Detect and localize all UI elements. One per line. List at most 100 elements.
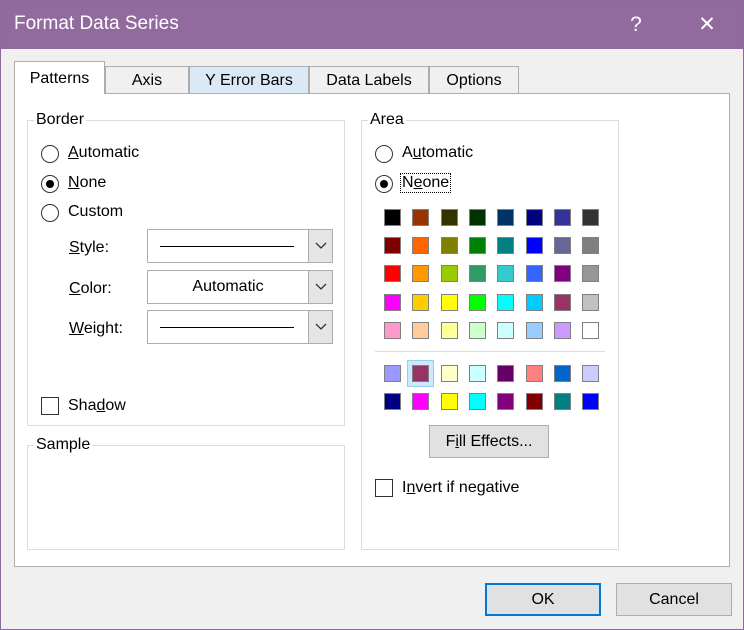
border-custom-radio[interactable] — [41, 204, 59, 222]
area-none-text-a: N — [402, 174, 414, 191]
color-swatch[interactable] — [554, 322, 571, 339]
color-swatch[interactable] — [554, 265, 571, 282]
area-none-text-b: one — [422, 174, 450, 191]
color-swatch[interactable] — [582, 393, 599, 410]
color-swatch[interactable] — [526, 237, 543, 254]
style-dropdown[interactable] — [147, 229, 333, 263]
color-swatch[interactable] — [441, 294, 458, 311]
color-swatch[interactable] — [554, 294, 571, 311]
color-swatch[interactable] — [554, 393, 571, 410]
color-swatch[interactable] — [412, 393, 429, 410]
tab-data-labels[interactable]: Data Labels — [309, 66, 429, 93]
color-swatch[interactable] — [497, 393, 514, 410]
border-automatic-text: utomatic — [78, 144, 140, 161]
color-swatch[interactable] — [441, 237, 458, 254]
color-swatch[interactable] — [554, 209, 571, 226]
color-swatch[interactable] — [469, 393, 486, 410]
color-swatch[interactable] — [526, 393, 543, 410]
color-swatch[interactable] — [469, 209, 486, 226]
color-swatch[interactable] — [441, 265, 458, 282]
color-swatch[interactable] — [469, 237, 486, 254]
fill-effects-text-b: ll Effects... — [458, 433, 533, 450]
weight-dropdown-arrow[interactable] — [308, 311, 332, 343]
accel-c: C — [69, 280, 81, 297]
color-swatch[interactable] — [384, 209, 401, 226]
color-swatch[interactable] — [497, 237, 514, 254]
color-swatch[interactable] — [554, 237, 571, 254]
color-dropdown-value: Automatic — [192, 278, 264, 295]
color-swatch[interactable] — [582, 237, 599, 254]
style-label-text: tyle: — [79, 239, 110, 256]
color-swatch[interactable] — [441, 209, 458, 226]
color-swatch[interactable] — [384, 365, 401, 382]
border-automatic-radio[interactable] — [41, 145, 59, 163]
color-swatch[interactable] — [469, 365, 486, 382]
ok-button[interactable]: OK — [485, 583, 601, 616]
color-swatch[interactable] — [469, 265, 486, 282]
weight-dropdown[interactable] — [147, 310, 333, 344]
style-label: Style: — [69, 239, 109, 257]
fill-effects-button[interactable]: Fill Effects... — [429, 425, 549, 458]
color-swatch[interactable] — [497, 365, 514, 382]
area-none-radio[interactable] — [375, 175, 393, 193]
style-line-preview — [160, 246, 294, 247]
color-swatch[interactable] — [441, 365, 458, 382]
sample-group-label: Sample — [34, 436, 93, 454]
color-swatch[interactable] — [412, 322, 429, 339]
color-swatch[interactable] — [384, 265, 401, 282]
color-swatch[interactable] — [497, 322, 514, 339]
color-swatch[interactable] — [526, 365, 543, 382]
color-swatch[interactable] — [384, 393, 401, 410]
tab-patterns[interactable]: Patterns — [14, 61, 105, 94]
color-swatch[interactable] — [526, 265, 543, 282]
border-none-radio[interactable] — [41, 175, 59, 193]
color-swatch[interactable] — [526, 294, 543, 311]
color-label: Color: — [69, 280, 112, 298]
color-swatch[interactable] — [526, 322, 543, 339]
color-swatch[interactable] — [582, 365, 599, 382]
color-dropdown[interactable]: Automatic — [147, 270, 333, 304]
color-swatch[interactable] — [582, 322, 599, 339]
shadow-text-a: Sha — [68, 397, 97, 414]
color-swatch[interactable] — [497, 265, 514, 282]
color-swatch[interactable] — [384, 322, 401, 339]
border-automatic-label: Automatic — [68, 144, 139, 162]
color-swatch[interactable] — [497, 294, 514, 311]
color-swatch[interactable] — [526, 209, 543, 226]
color-swatch[interactable] — [582, 294, 599, 311]
color-swatch[interactable] — [412, 365, 429, 382]
color-swatch[interactable] — [441, 322, 458, 339]
color-swatch[interactable] — [412, 294, 429, 311]
help-button[interactable]: ? — [618, 7, 654, 43]
color-swatch[interactable] — [497, 209, 514, 226]
tab-y-error-bars[interactable]: Y Error Bars — [189, 66, 309, 93]
close-button[interactable]: ✕ — [689, 7, 725, 43]
cancel-button[interactable]: Cancel — [616, 583, 732, 616]
chevron-down-icon — [315, 283, 327, 290]
color-swatch[interactable] — [554, 365, 571, 382]
area-automatic-radio[interactable] — [375, 145, 393, 163]
color-dropdown-arrow[interactable] — [308, 271, 332, 303]
invert-if-negative-checkbox[interactable] — [375, 479, 393, 497]
color-label-text: olor: — [80, 280, 112, 297]
color-swatch[interactable] — [384, 294, 401, 311]
fill-effects-text-a: F — [445, 433, 456, 450]
color-swatch[interactable] — [469, 294, 486, 311]
border-none-label: None — [68, 174, 106, 192]
border-group-label: Border — [34, 111, 87, 129]
style-dropdown-arrow[interactable] — [308, 230, 332, 262]
tab-options[interactable]: Options — [429, 66, 519, 93]
color-swatch[interactable] — [441, 393, 458, 410]
accel-u: u — [412, 144, 422, 161]
weight-label-text: eight: — [83, 320, 123, 337]
tab-axis[interactable]: Axis — [105, 66, 189, 93]
title-bar: Format Data Series ? ✕ — [1, 1, 743, 49]
color-swatch[interactable] — [582, 265, 599, 282]
color-swatch[interactable] — [412, 237, 429, 254]
color-swatch[interactable] — [469, 322, 486, 339]
color-swatch[interactable] — [582, 209, 599, 226]
color-swatch[interactable] — [384, 237, 401, 254]
color-swatch[interactable] — [412, 209, 429, 226]
color-swatch[interactable] — [412, 265, 429, 282]
shadow-checkbox[interactable] — [41, 397, 59, 415]
